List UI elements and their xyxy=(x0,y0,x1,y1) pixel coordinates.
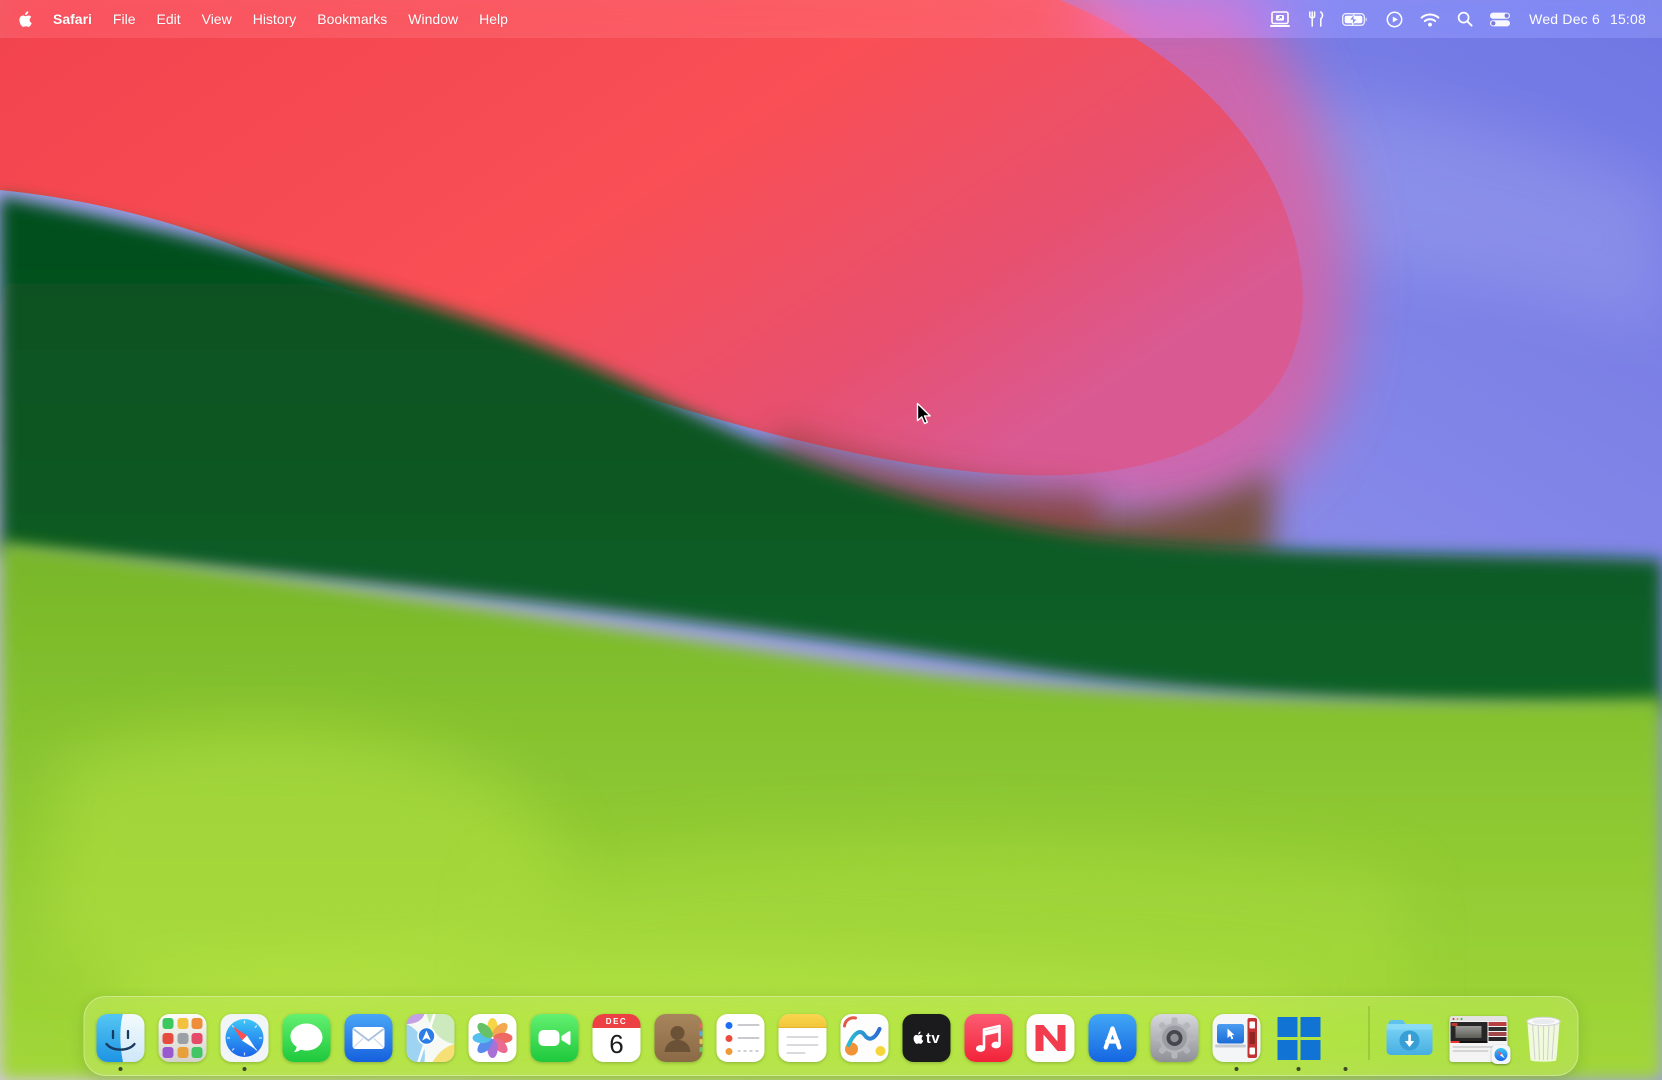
menu-help[interactable]: Help xyxy=(479,11,508,27)
finder-icon xyxy=(97,1014,145,1062)
freeform-icon xyxy=(841,1014,889,1062)
dock-item-facetime[interactable] xyxy=(531,1014,579,1062)
windows-logo-icon xyxy=(1275,1014,1323,1062)
downloads-folder-icon xyxy=(1384,1014,1436,1062)
system-settings-icon xyxy=(1151,1014,1199,1062)
dock-item-finder[interactable] xyxy=(97,1014,145,1062)
dock-item-minimized-safari-window[interactable] xyxy=(1450,1016,1508,1062)
dock-item-calendar[interactable]: DEC 6 xyxy=(593,1014,641,1062)
launchpad-icon xyxy=(159,1014,207,1062)
apple-logo-icon[interactable] xyxy=(18,11,32,28)
dock-divider xyxy=(1369,1006,1370,1060)
dock-item-remote-desktop[interactable] xyxy=(1213,1014,1261,1062)
notes-icon xyxy=(779,1014,827,1062)
dock-item-safari[interactable] xyxy=(221,1014,269,1062)
app-store-icon xyxy=(1089,1014,1137,1062)
menu-bar: Safari File Edit View History Bookmarks … xyxy=(0,0,1662,38)
dock-item-apple-tv[interactable]: tv xyxy=(903,1014,951,1062)
dock: DEC 6 xyxy=(84,996,1579,1076)
dock-item-messages[interactable] xyxy=(283,1014,331,1062)
control-center-icon[interactable] xyxy=(1490,12,1510,27)
messages-icon xyxy=(283,1014,331,1062)
apple-tv-label: tv xyxy=(926,1030,940,1047)
dock-item-launchpad[interactable] xyxy=(159,1014,207,1062)
facetime-icon xyxy=(531,1014,579,1062)
wifi-icon[interactable] xyxy=(1420,12,1440,27)
dock-item-downloads[interactable] xyxy=(1384,1014,1436,1062)
now-playing-icon[interactable] xyxy=(1386,11,1403,28)
mail-icon xyxy=(345,1014,393,1062)
dock-hidden-app-slot xyxy=(1337,1014,1355,1062)
fork-knife-icon[interactable] xyxy=(1308,11,1325,27)
dock-item-contacts[interactable] xyxy=(655,1014,703,1062)
calendar-icon: DEC 6 xyxy=(593,1014,641,1062)
news-icon xyxy=(1027,1014,1075,1062)
screen-mirroring-icon[interactable] xyxy=(1269,11,1291,28)
spotlight-search-icon[interactable] xyxy=(1457,11,1473,27)
apple-tv-icon: tv xyxy=(903,1014,951,1062)
battery-charging-icon[interactable] xyxy=(1342,13,1369,26)
menu-bar-date[interactable]: Wed Dec 6 xyxy=(1529,11,1600,27)
dock-item-mail[interactable] xyxy=(345,1014,393,1062)
menu-window[interactable]: Window xyxy=(408,11,458,27)
dock-item-freeform[interactable] xyxy=(841,1014,889,1062)
wallpaper xyxy=(0,0,1662,1080)
running-indicator xyxy=(1297,1067,1301,1071)
dock-item-photos[interactable] xyxy=(469,1014,517,1062)
trash-icon xyxy=(1522,1014,1566,1062)
calendar-month: DEC xyxy=(593,1014,641,1028)
calendar-day: 6 xyxy=(609,1028,623,1062)
dock-item-trash[interactable] xyxy=(1522,1014,1566,1062)
music-icon xyxy=(965,1014,1013,1062)
menu-view[interactable]: View xyxy=(202,11,232,27)
photos-icon xyxy=(469,1014,517,1062)
running-indicator xyxy=(1235,1067,1239,1071)
menu-bar-clock[interactable]: 15:08 xyxy=(1610,11,1646,27)
menu-bookmarks[interactable]: Bookmarks xyxy=(317,11,387,27)
contacts-icon xyxy=(655,1014,703,1062)
dock-item-system-settings[interactable] xyxy=(1151,1014,1199,1062)
safari-badge-icon xyxy=(1492,1045,1511,1064)
running-indicator xyxy=(1344,1067,1348,1071)
dock-item-app-store[interactable] xyxy=(1089,1014,1137,1062)
menu-history[interactable]: History xyxy=(253,11,297,27)
menu-file[interactable]: File xyxy=(113,11,136,27)
running-indicator xyxy=(243,1067,247,1071)
menu-edit[interactable]: Edit xyxy=(156,11,180,27)
dock-item-music[interactable] xyxy=(965,1014,1013,1062)
dock-item-notes[interactable] xyxy=(779,1014,827,1062)
dock-item-maps[interactable] xyxy=(407,1014,455,1062)
dock-item-reminders[interactable] xyxy=(717,1014,765,1062)
safari-icon xyxy=(221,1014,269,1062)
remote-desktop-icon xyxy=(1213,1014,1261,1062)
reminders-icon xyxy=(717,1014,765,1062)
maps-icon xyxy=(407,1014,455,1062)
dock-item-windows-app[interactable] xyxy=(1275,1014,1323,1062)
desktop: Safari File Edit View History Bookmarks … xyxy=(0,0,1662,1080)
running-indicator xyxy=(119,1067,123,1071)
dock-item-news[interactable] xyxy=(1027,1014,1075,1062)
active-app-menu[interactable]: Safari xyxy=(53,11,92,27)
